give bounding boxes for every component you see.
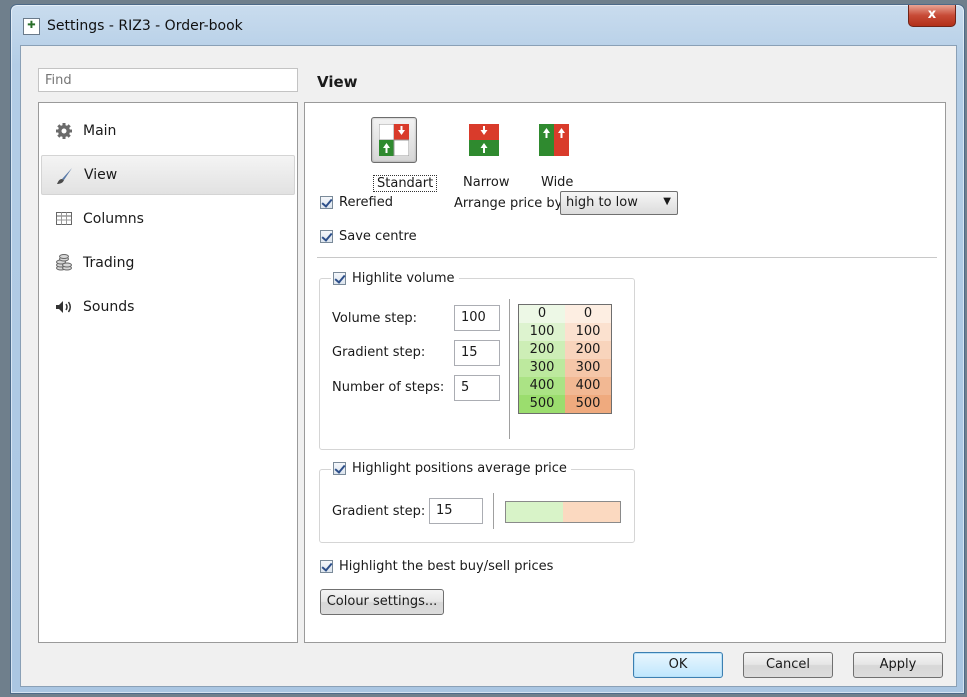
sidebar-item-label: Main: [83, 123, 117, 139]
title-bar[interactable]: ✚ Settings - RIZ3 - Order-book x: [11, 5, 964, 45]
divider: [317, 257, 937, 258]
number-of-steps-input[interactable]: 5: [454, 375, 500, 401]
sidebar-item-label: Sounds: [83, 299, 135, 315]
separator: [509, 299, 511, 439]
avg-price-label: Highlight positions average price: [352, 461, 567, 476]
table-icon: [56, 212, 72, 225]
buy-cell: 0: [518, 304, 565, 323]
volume-gradient-preview: 00 100 100 200 200 300 300 400 400 500 500: [518, 304, 612, 414]
avg-price-color-preview: [505, 501, 621, 523]
gradient-row: 300 300: [518, 359, 612, 377]
close-button[interactable]: x: [908, 5, 956, 27]
best-prices-label: Highlight the best buy/sell prices: [339, 559, 554, 574]
highlite-volume-label: Highlite volume: [352, 271, 455, 286]
checkbox-box[interactable]: [320, 560, 333, 573]
save-centre-checkbox[interactable]: Save centre: [320, 229, 417, 244]
gradient-step-input[interactable]: 15: [454, 340, 500, 366]
buy-cell: 300: [518, 359, 565, 377]
settings-nav: Main View Columns Trading Sounds: [38, 102, 298, 643]
preset-narrow-button[interactable]: [461, 117, 507, 163]
gradient-row: 200 200: [518, 341, 612, 359]
sidebar-item-label: Columns: [83, 211, 144, 227]
sidebar-item-trading[interactable]: Trading: [41, 243, 295, 283]
apply-button[interactable]: Apply: [853, 652, 943, 678]
sell-cell: 200: [565, 341, 612, 359]
wide-layout-icon: [539, 124, 569, 156]
arrange-price-value: high to low: [566, 195, 638, 210]
sidebar-item-view[interactable]: View: [41, 155, 295, 195]
sell-cell: 100: [565, 323, 612, 341]
sidebar-item-label: View: [84, 167, 118, 183]
rerefied-label: Rerefied: [339, 195, 393, 210]
volume-step-label: Volume step:: [332, 311, 417, 326]
chevron-down-icon: ▼: [663, 196, 671, 207]
sell-cell: 300: [565, 359, 612, 377]
preset-standart-button[interactable]: [371, 117, 417, 163]
rerefied-checkbox[interactable]: Rerefied: [320, 195, 393, 210]
sell-color-swatch: [563, 502, 620, 522]
gradient-step-label: Gradient step:: [332, 345, 426, 360]
ok-button[interactable]: OK: [633, 652, 723, 678]
sell-cell: 0: [565, 304, 612, 323]
highlite-volume-checkbox[interactable]: Highlite volume: [331, 271, 459, 286]
dialog-client-area: Main View Columns: [20, 45, 957, 687]
section-title: View: [317, 73, 358, 91]
preset-standart-label: Standart: [373, 175, 438, 192]
avg-price-checkbox[interactable]: Highlight positions average price: [331, 461, 571, 476]
sidebar-item-main[interactable]: Main: [41, 111, 295, 151]
checkbox-box[interactable]: [320, 196, 333, 209]
buy-cell: 400: [518, 377, 565, 395]
window-title: Settings - RIZ3 - Order-book: [47, 18, 243, 34]
buy-color-swatch: [506, 502, 563, 522]
avg-gradient-step-label: Gradient step:: [332, 504, 426, 519]
avg-gradient-step-input[interactable]: 15: [429, 498, 483, 524]
search-input[interactable]: [38, 68, 298, 92]
colour-settings-button[interactable]: Colour settings...: [320, 589, 444, 615]
preset-wide-button[interactable]: [531, 117, 577, 163]
volume-step-input[interactable]: 100: [454, 305, 500, 331]
speaker-icon: [56, 301, 71, 313]
save-centre-label: Save centre: [339, 229, 417, 244]
arrange-price-select[interactable]: high to low ▼: [560, 191, 678, 215]
checkbox-box[interactable]: [333, 462, 346, 475]
buy-cell: 100: [518, 323, 565, 341]
separator: [493, 493, 495, 529]
number-of-steps-label: Number of steps:: [332, 380, 445, 395]
preset-narrow-label: Narrow: [463, 175, 510, 190]
gear-icon: [56, 123, 72, 139]
checkbox-box[interactable]: [333, 272, 346, 285]
buy-cell: 200: [518, 341, 565, 359]
sidebar-item-columns[interactable]: Columns: [41, 199, 295, 239]
cancel-button[interactable]: Cancel: [743, 652, 833, 678]
preset-wide-label: Wide: [541, 175, 574, 190]
sell-cell: 500: [565, 395, 612, 414]
coins-icon: [56, 254, 72, 271]
checkbox-box[interactable]: [320, 230, 333, 243]
narrow-layout-icon: [469, 124, 499, 156]
settings-window: ✚ Settings - RIZ3 - Order-book x Main: [10, 4, 965, 694]
standart-layout-icon: [379, 124, 409, 156]
app-icon: ✚: [23, 18, 40, 35]
buy-cell: 500: [518, 395, 565, 414]
sidebar-item-label: Trading: [83, 255, 135, 271]
arrange-price-label: Arrange price by: [454, 196, 563, 211]
gradient-row: 500 500: [518, 395, 612, 414]
brush-icon: [57, 168, 72, 184]
gradient-row: 400 400: [518, 377, 612, 395]
gradient-row: 100 100: [518, 323, 612, 341]
sell-cell: 400: [565, 377, 612, 395]
sidebar-item-sounds[interactable]: Sounds: [41, 287, 295, 327]
view-settings-panel: Standart Narrow Wide Rerefied Arrange pr…: [304, 102, 946, 643]
best-prices-checkbox[interactable]: Highlight the best buy/sell prices: [320, 559, 553, 574]
gradient-row: 00: [518, 304, 612, 323]
